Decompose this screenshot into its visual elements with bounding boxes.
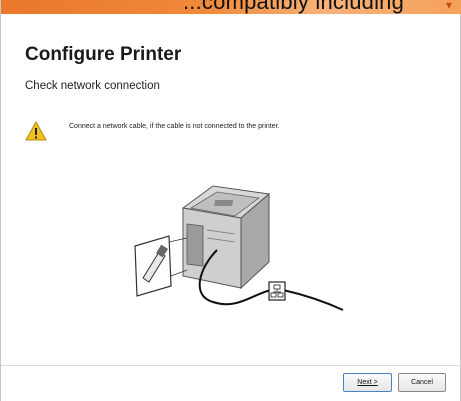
next-button-label: Next > [357,379,378,386]
header-banner: ...compatibly including ▾ [1,0,461,14]
banner-text: ...compatibly including [183,0,405,14]
installer-window: ...compatibly including ▾ Configure Prin… [0,0,461,401]
cancel-button-label: Cancel [411,379,433,386]
network-cable-illustration [134,185,344,311]
banner-arrow-icon: ▾ [446,0,453,12]
warning-message: Connect a network cable, if the cable is… [69,123,280,130]
warning-icon [25,121,47,141]
printer-illustration [181,185,271,290]
cancel-button[interactable]: Cancel [398,373,446,392]
network-port-icon [268,281,286,301]
page-subtitle: Check network connection [25,80,160,92]
cable-plug-closeup [134,235,172,297]
footer-divider [1,365,461,366]
next-button[interactable]: Next > [343,373,392,392]
page-title: Configure Printer [25,44,182,65]
